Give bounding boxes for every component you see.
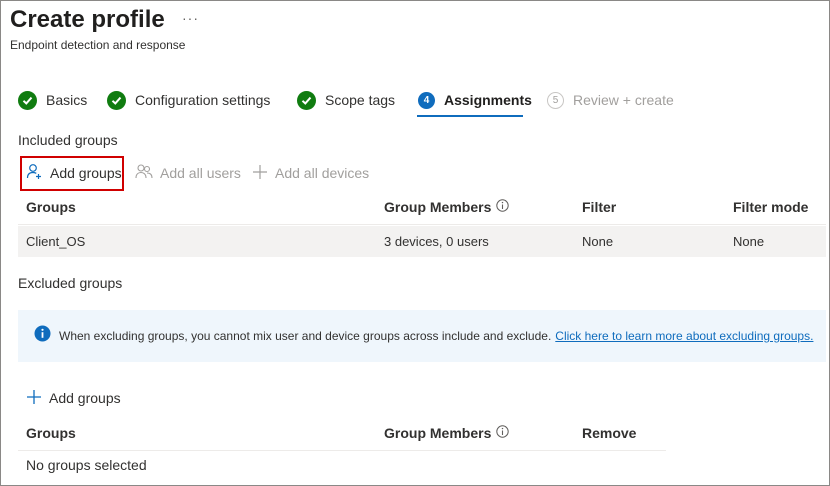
step-number-badge: 4 bbox=[418, 91, 435, 109]
checkmark-icon bbox=[107, 90, 126, 110]
step-number-badge: 5 bbox=[547, 91, 564, 109]
col-header-remove: Remove bbox=[582, 425, 637, 441]
col-header-group-members: Group Members bbox=[384, 425, 510, 441]
checkmark-icon bbox=[297, 90, 316, 110]
add-groups-label: Add groups bbox=[49, 390, 121, 406]
col-header-label: Group Members bbox=[384, 199, 492, 215]
add-all-users-button: Add all users bbox=[135, 163, 241, 183]
table-row[interactable]: Client_OS 3 devices, 0 users None None bbox=[18, 226, 826, 257]
banner-text: When excluding groups, you cannot mix us… bbox=[59, 329, 552, 343]
step-assignments[interactable]: 4 Assignments bbox=[418, 89, 532, 111]
info-filled-icon bbox=[34, 325, 51, 347]
step-label: Configuration settings bbox=[135, 92, 271, 108]
step-label: Scope tags bbox=[325, 92, 396, 108]
empty-state-text: No groups selected bbox=[26, 457, 147, 473]
add-excluded-groups-button[interactable]: Add groups bbox=[26, 388, 121, 408]
cell-filter-mode: None bbox=[733, 234, 765, 249]
checkmark-icon bbox=[18, 90, 37, 110]
col-header-group-members: Group Members bbox=[384, 199, 510, 215]
col-header-label: Group Members bbox=[384, 425, 492, 441]
info-icon[interactable] bbox=[496, 199, 510, 215]
add-groups-label: Add groups bbox=[50, 165, 122, 181]
add-all-devices-button: Add all devices bbox=[252, 163, 369, 183]
cell-members: 3 devices, 0 users bbox=[384, 234, 489, 249]
plus-icon bbox=[252, 164, 268, 183]
step-scope-tags[interactable]: Scope tags bbox=[297, 89, 395, 111]
page-title: Create profile bbox=[10, 6, 165, 33]
cell-group: Client_OS bbox=[26, 234, 86, 249]
included-groups-heading: Included groups bbox=[18, 132, 118, 148]
step-basics[interactable]: Basics bbox=[18, 89, 87, 111]
col-header-filter-mode: Filter mode bbox=[733, 199, 809, 215]
step-label: Assignments bbox=[444, 92, 532, 108]
step-label: Basics bbox=[46, 92, 88, 108]
more-options-button[interactable]: ··· bbox=[182, 10, 199, 26]
step-label: Review + create bbox=[573, 92, 674, 108]
active-step-underline bbox=[417, 115, 523, 117]
col-header-groups: Groups bbox=[26, 425, 76, 441]
header-divider bbox=[18, 224, 826, 225]
learn-more-link[interactable]: Click here to learn more about excluding… bbox=[555, 329, 813, 343]
add-person-icon bbox=[26, 163, 43, 183]
col-header-filter: Filter bbox=[582, 199, 617, 215]
plus-icon bbox=[26, 389, 42, 408]
col-header-groups: Groups bbox=[26, 199, 76, 215]
info-icon[interactable] bbox=[496, 425, 510, 441]
users-icon bbox=[135, 163, 153, 183]
excluded-groups-heading: Excluded groups bbox=[18, 275, 123, 291]
cell-filter: None bbox=[582, 234, 614, 249]
step-configuration-settings[interactable]: Configuration settings bbox=[107, 89, 270, 111]
add-all-devices-label: Add all devices bbox=[275, 165, 370, 181]
info-banner: When excluding groups, you cannot mix us… bbox=[18, 310, 826, 362]
add-all-users-label: Add all users bbox=[160, 165, 241, 181]
page-subtitle: Endpoint detection and response bbox=[10, 38, 186, 52]
step-review-create: 5 Review + create bbox=[547, 89, 674, 111]
header-divider bbox=[18, 450, 666, 451]
add-groups-button[interactable]: Add groups bbox=[26, 163, 122, 183]
